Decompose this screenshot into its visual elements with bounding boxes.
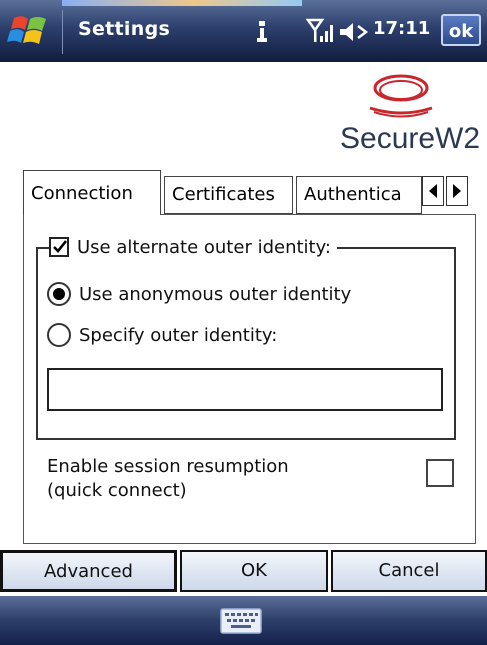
tab-scroll-right-button[interactable] [446,176,468,206]
session-resumption-label: Enable session resumption (quick connect… [47,455,289,503]
logo-text: SecureW2 [340,122,481,155]
tab-certificates[interactable]: Certificates [164,176,293,214]
specify-identity-label: Specify outer identity: [79,324,278,346]
triangle-left-icon [429,184,437,198]
clock: 17:11 [373,18,431,39]
connectivity-icon[interactable] [256,20,268,46]
windows-start-icon[interactable] [4,10,56,54]
app-title: Settings [78,18,171,40]
tab-scroll-left-button[interactable] [422,176,444,206]
tab-connection[interactable]: Connection [23,170,161,215]
alternate-identity-label: Use alternate outer identity: [77,236,331,258]
triangle-right-icon [453,184,461,198]
tab-authentication[interactable]: Authentica [296,176,422,214]
advanced-button[interactable]: Advanced [0,550,177,592]
session-resumption-line1: Enable session resumption [47,456,289,477]
keyboard-icon[interactable] [220,608,262,634]
specify-identity-radio[interactable] [47,323,71,347]
title-separator [62,10,63,54]
tab-label: Authentica [304,184,402,205]
checkmark-icon [53,240,68,253]
title-accent [62,0,302,6]
title-ok-button[interactable]: ok [441,14,481,46]
specify-identity-option[interactable]: Specify outer identity: [47,323,277,347]
session-resumption-line2: (quick connect) [47,480,187,501]
speaker-icon[interactable] [338,20,370,44]
tab-label: Certificates [172,184,275,205]
signal-strength-icon[interactable] [306,16,334,46]
session-resumption-checkbox[interactable] [426,459,454,487]
ok-button[interactable]: OK [180,550,328,592]
tab-label: Connection [31,183,133,204]
alternate-identity-checkbox[interactable] [49,237,69,257]
anonymous-identity-radio[interactable] [47,282,71,306]
cancel-button[interactable]: Cancel [331,550,487,592]
anonymous-identity-label: Use anonymous outer identity [79,283,352,305]
anonymous-identity-option[interactable]: Use anonymous outer identity [47,282,351,306]
outer-identity-input[interactable] [47,368,443,411]
alternate-identity-option[interactable]: Use alternate outer identity: [49,232,337,262]
title-bar: Settings 17:11 ok [0,0,487,62]
